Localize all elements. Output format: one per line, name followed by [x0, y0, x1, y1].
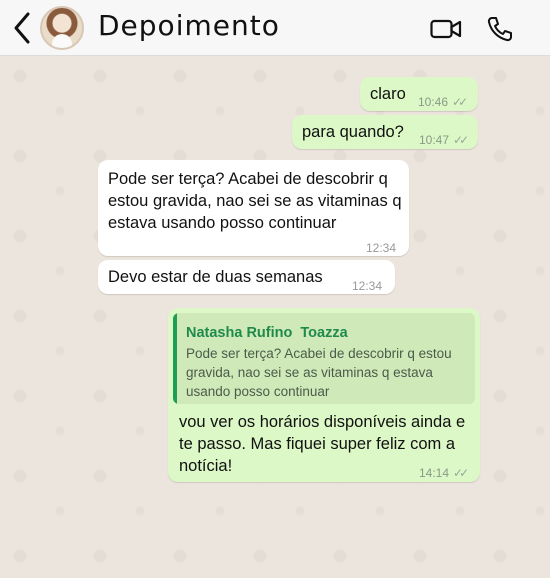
- chat-header: Depoimento: [0, 0, 550, 56]
- message-bubble[interactable]: claro 10:46 ✓✓: [360, 77, 478, 111]
- message-time: 10:46 ✓✓: [418, 91, 468, 113]
- message-time: 14:14 ✓✓: [419, 462, 469, 484]
- message-text: claro: [370, 85, 406, 103]
- message-text: Devo estar de duas semanas: [108, 268, 323, 286]
- message-text: Pode ser terça? Acabei de descobrir q es…: [108, 170, 402, 232]
- quote-accent-bar: [173, 313, 177, 404]
- message-time: 12:34: [366, 241, 397, 255]
- quoted-text: Pode ser terça? Acabei de descobrir q es…: [186, 346, 452, 399]
- double-check-icon: ✓✓: [453, 466, 469, 480]
- message-time: 10:47 ✓✓: [419, 129, 469, 151]
- double-check-icon: ✓✓: [453, 133, 469, 147]
- message-bubble[interactable]: para quando? 10:47 ✓✓: [292, 115, 478, 149]
- quoted-author: Natasha Rufino Toazza: [186, 325, 348, 341]
- chat-title[interactable]: Depoimento: [98, 9, 280, 42]
- chevron-left-icon[interactable]: [8, 10, 38, 46]
- reply-message-bubble[interactable]: Natasha Rufino Toazza Pode ser terça? Ac…: [168, 308, 480, 482]
- chat-area[interactable]: claro 10:46 ✓✓ para quando? 10:47 ✓✓ Pode …: [0, 56, 550, 578]
- quoted-message[interactable]: Natasha Rufino Toazza Pode ser terça? Ac…: [173, 313, 475, 404]
- phone-icon[interactable]: [486, 15, 514, 43]
- video-camera-icon[interactable]: [430, 18, 462, 40]
- avatar[interactable]: [40, 6, 84, 50]
- message-bubble[interactable]: Pode ser terça? Acabei de descobrir q es…: [98, 160, 409, 256]
- message-time: 12:34: [352, 279, 383, 293]
- message-bubble[interactable]: Devo estar de duas semanas 12:34: [98, 260, 395, 294]
- double-check-icon: ✓✓: [452, 95, 468, 109]
- message-text: para quando?: [302, 123, 404, 141]
